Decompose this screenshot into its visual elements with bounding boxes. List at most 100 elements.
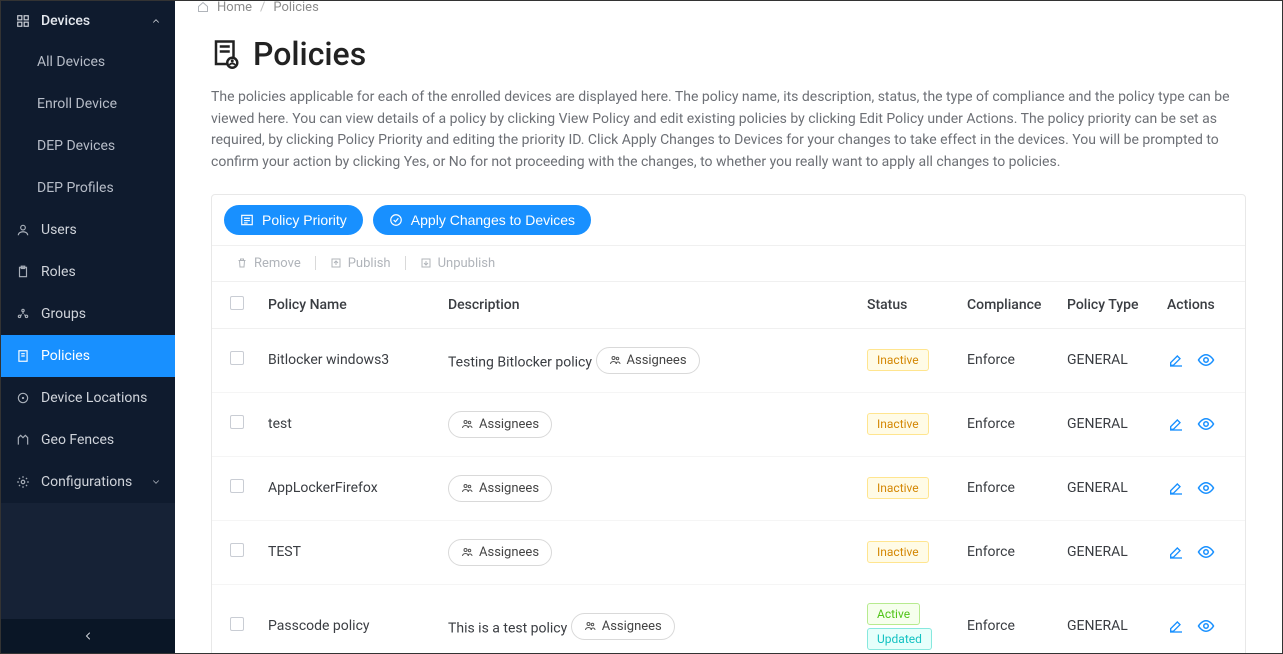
devices-icon xyxy=(15,14,31,28)
sidebar-item-label: Device Locations xyxy=(41,390,147,406)
row-checkbox[interactable] xyxy=(230,543,244,557)
row-checkbox[interactable] xyxy=(230,479,244,493)
sidebar-item-label: Policies xyxy=(41,348,90,364)
view-icon[interactable] xyxy=(1197,479,1215,497)
page-description: The policies applicable for each of the … xyxy=(211,87,1246,174)
assignees-button[interactable]: Assignees xyxy=(596,347,700,374)
cell-policy-name: Passcode policy xyxy=(256,584,436,653)
th-policy-name[interactable]: Policy Name xyxy=(256,282,436,329)
policies-page-icon xyxy=(211,39,241,69)
sidebar-section-label: Devices xyxy=(41,13,90,29)
sidebar-devices-children: All Devices Enroll Device DEP Devices DE… xyxy=(1,41,175,209)
assignees-button[interactable]: Assignees xyxy=(448,539,552,566)
select-all-checkbox[interactable] xyxy=(230,296,244,310)
cell-compliance: Enforce xyxy=(955,520,1055,584)
view-icon[interactable] xyxy=(1197,351,1215,369)
sidebar-item-label: Roles xyxy=(41,264,76,280)
table-row: test Assignees Inactive Enforce GENERAL xyxy=(212,392,1245,456)
sidebar-item-label: Configurations xyxy=(41,474,132,490)
sidebar-section-devices[interactable]: Devices xyxy=(1,1,175,41)
sidebar-item-enroll-device[interactable]: Enroll Device xyxy=(1,83,175,125)
row-checkbox[interactable] xyxy=(230,617,244,631)
policy-priority-button[interactable]: Policy Priority xyxy=(224,205,363,235)
edit-icon[interactable] xyxy=(1167,543,1185,561)
cell-compliance: Enforce xyxy=(955,456,1055,520)
sidebar-item-users[interactable]: Users xyxy=(1,209,175,251)
sidebar-item-label: Geo Fences xyxy=(41,432,114,448)
sidebar-item-configurations[interactable]: Configurations xyxy=(1,461,175,503)
chevron-left-icon xyxy=(82,630,94,642)
unpublish-tool[interactable]: Unpublish xyxy=(412,256,504,271)
sidebar-collapse-toggle[interactable] xyxy=(1,619,175,653)
card-top-buttons: Policy Priority Apply Changes to Devices xyxy=(212,195,1245,246)
status-badge: Inactive xyxy=(867,541,929,563)
cell-policy-type: GENERAL xyxy=(1055,456,1155,520)
status-badge: Inactive xyxy=(867,413,929,435)
table-row: TEST Assignees Inactive Enforce GENERAL xyxy=(212,520,1245,584)
table-row: Bitlocker windows3 Testing Bitlocker pol… xyxy=(212,328,1245,392)
assignees-button[interactable]: Assignees xyxy=(448,411,552,438)
chevron-down-icon xyxy=(151,477,161,487)
status-badge: Updated xyxy=(867,628,932,650)
row-checkbox[interactable] xyxy=(230,351,244,365)
publish-icon xyxy=(330,257,342,269)
cell-compliance: Enforce xyxy=(955,584,1055,653)
th-actions: Actions xyxy=(1155,282,1245,329)
cell-policy-type: GENERAL xyxy=(1055,392,1155,456)
table-row: Passcode policy This is a test policy As… xyxy=(212,584,1245,653)
status-badge: Inactive xyxy=(867,477,929,499)
th-status[interactable]: Status xyxy=(855,282,955,329)
th-description[interactable]: Description xyxy=(436,282,855,329)
status-badge: Inactive xyxy=(867,349,929,371)
edit-icon[interactable] xyxy=(1167,415,1185,433)
remove-tool[interactable]: Remove xyxy=(228,256,309,271)
main-content: Home / Policies Policies The policies ap… xyxy=(175,1,1282,653)
policies-icon xyxy=(15,349,31,363)
cell-policy-type: GENERAL xyxy=(1055,584,1155,653)
table-toolbar: Remove Publish Unpublish xyxy=(212,246,1245,282)
th-policy-type[interactable]: Policy Type xyxy=(1055,282,1155,329)
policies-table: Policy Name Description Status Complianc… xyxy=(212,282,1245,653)
people-icon xyxy=(461,546,473,558)
publish-tool[interactable]: Publish xyxy=(322,256,399,271)
assignees-button[interactable]: Assignees xyxy=(448,475,552,502)
cell-description: This is a test policy xyxy=(448,620,567,636)
page-title: Policies xyxy=(211,35,1246,73)
unpublish-icon xyxy=(420,257,432,269)
cell-policy-name: Bitlocker windows3 xyxy=(256,328,436,392)
sidebar-item-label: Groups xyxy=(41,306,86,322)
row-checkbox[interactable] xyxy=(230,415,244,429)
apply-changes-button[interactable]: Apply Changes to Devices xyxy=(373,205,591,235)
sidebar-item-roles[interactable]: Roles xyxy=(1,251,175,293)
cell-compliance: Enforce xyxy=(955,328,1055,392)
people-icon xyxy=(461,418,473,430)
page-title-text: Policies xyxy=(253,35,366,73)
breadcrumb-home[interactable]: Home xyxy=(217,1,252,15)
sidebar-item-device-locations[interactable]: Device Locations xyxy=(1,377,175,419)
list-icon xyxy=(240,213,254,227)
fence-icon xyxy=(15,433,31,447)
edit-icon[interactable] xyxy=(1167,617,1185,635)
home-icon xyxy=(197,1,209,13)
cell-description: Testing Bitlocker policy xyxy=(448,354,592,370)
sidebar-item-dep-profiles[interactable]: DEP Profiles xyxy=(1,167,175,209)
edit-icon[interactable] xyxy=(1167,351,1185,369)
breadcrumb-current: Policies xyxy=(273,1,318,15)
view-icon[interactable] xyxy=(1197,617,1215,635)
sidebar-item-policies[interactable]: Policies xyxy=(1,335,175,377)
groups-icon xyxy=(15,307,31,321)
view-icon[interactable] xyxy=(1197,543,1215,561)
sidebar-item-all-devices[interactable]: All Devices xyxy=(1,41,175,83)
people-icon xyxy=(584,620,596,632)
clipboard-icon xyxy=(15,265,31,279)
people-icon xyxy=(609,354,621,366)
edit-icon[interactable] xyxy=(1167,479,1185,497)
view-icon[interactable] xyxy=(1197,415,1215,433)
th-compliance[interactable]: Compliance xyxy=(955,282,1055,329)
sidebar-item-geo-fences[interactable]: Geo Fences xyxy=(1,419,175,461)
sidebar-item-dep-devices[interactable]: DEP Devices xyxy=(1,125,175,167)
policies-card: Policy Priority Apply Changes to Devices… xyxy=(211,194,1246,653)
cell-policy-type: GENERAL xyxy=(1055,328,1155,392)
assignees-button[interactable]: Assignees xyxy=(571,613,675,640)
sidebar-item-groups[interactable]: Groups xyxy=(1,293,175,335)
